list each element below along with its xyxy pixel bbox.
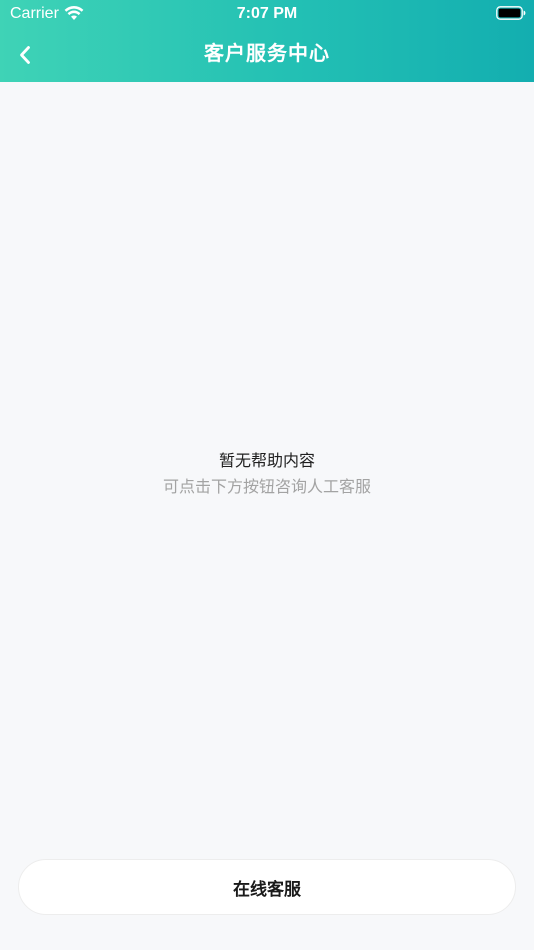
page-title: 客户服务中心 — [204, 41, 330, 65]
empty-state: 暂无帮助内容 可点击下方按钮咨询人工客服 — [0, 448, 534, 500]
empty-state-title: 暂无帮助内容 — [218, 451, 315, 470]
status-time: 7:07 PM — [236, 5, 298, 22]
status-bar: Carrier 7:07 PM — [0, 0, 534, 28]
empty-state-subtitle: 可点击下方按钮咨询人工客服 — [162, 477, 371, 496]
battery-icon — [496, 6, 526, 20]
customer-service-screen: Carrier 7:07 PM 客户服务中心 暂无帮助内容 可点击下方按钮咨询人… — [0, 0, 534, 950]
header: Carrier 7:07 PM 客户服务中心 — [0, 0, 534, 82]
navigation-bar: 客户服务中心 — [0, 28, 534, 82]
online-service-button[interactable]: 在线客服 — [18, 859, 516, 915]
